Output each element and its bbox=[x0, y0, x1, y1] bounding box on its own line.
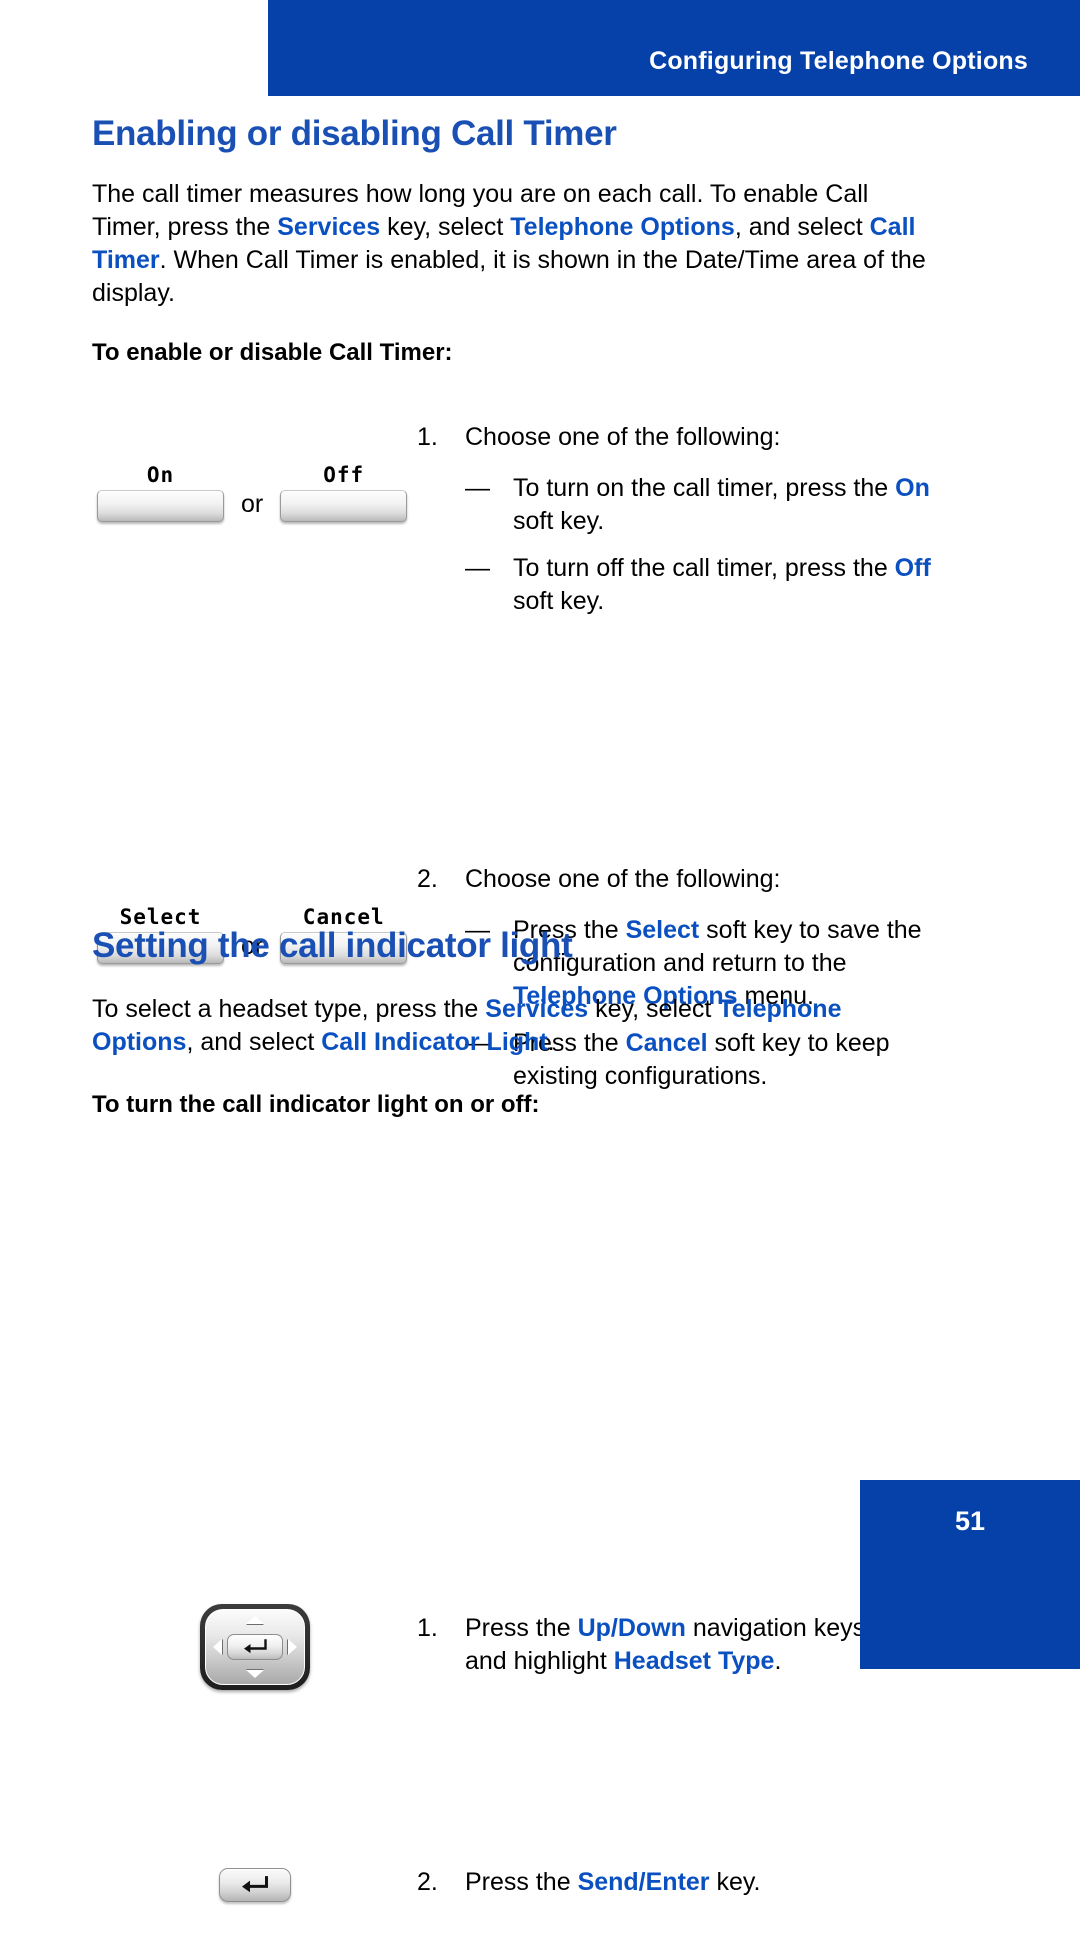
softkey-or-separator-1: or bbox=[241, 490, 264, 518]
intro-text-part-2: key, select bbox=[380, 213, 511, 241]
dash-marker: — bbox=[465, 554, 490, 582]
keyword-services: Services bbox=[277, 213, 381, 241]
step-row-4: 2. Press the Send/Enter key. bbox=[92, 1864, 972, 1954]
softkey-off-label: Off bbox=[323, 463, 365, 487]
nav-down-arrow-icon[interactable] bbox=[246, 1670, 264, 1678]
section-heading-call-indicator-light: Setting the call indicator light bbox=[92, 926, 573, 965]
step-row-1: On or Off 1. Choose one of the following… bbox=[92, 421, 972, 621]
step-1-line: 1. Choose one of the following: bbox=[417, 421, 972, 454]
sub-heading-turn-indicator-on-off: To turn the call indicator light on or o… bbox=[92, 1091, 540, 1118]
step-2-number: 2. bbox=[417, 865, 438, 893]
keyword-send-enter: Send/Enter bbox=[577, 1868, 710, 1896]
keyword-headset-type: Headset Type bbox=[613, 1647, 775, 1675]
section-2-intro-paragraph: To select a headset type, press the Serv… bbox=[92, 993, 932, 1059]
softkey-off[interactable]: Off bbox=[275, 463, 412, 522]
step-text-pre: Press the bbox=[465, 1868, 578, 1896]
send-enter-key[interactable] bbox=[219, 1868, 291, 1902]
intro-text-part-3: , and select bbox=[186, 1028, 322, 1056]
keyword-on: On bbox=[895, 474, 930, 502]
section-heading-call-timer: Enabling or disabling Call Timer bbox=[92, 114, 617, 153]
bullet-text-pre: To turn off the call timer, press the bbox=[513, 554, 895, 582]
step-1-bullet-1: — To turn on the call timer, press the O… bbox=[465, 472, 972, 538]
nav-left-arrow-icon[interactable] bbox=[213, 1639, 222, 1655]
softkey-off-button[interactable] bbox=[280, 490, 408, 522]
enter-arrow-icon bbox=[244, 1639, 267, 1654]
softkey-on-label: On bbox=[146, 463, 175, 487]
sub-heading-enable-disable-call-timer: To enable or disable Call Timer: bbox=[92, 339, 453, 366]
footer-page-block: 51 bbox=[860, 1480, 1080, 1669]
intro-text-part-4: . bbox=[547, 1028, 555, 1056]
bullet-text-pre: To turn on the call timer, press the bbox=[513, 474, 896, 502]
step-2-line: 2. Choose one of the following: bbox=[417, 863, 972, 896]
step-1-bullet-1-text: To turn on the call timer, press the On … bbox=[513, 472, 972, 538]
section-1-intro-paragraph: The call timer measures how long you are… bbox=[92, 178, 932, 310]
keyword-off: Off bbox=[894, 554, 931, 582]
step-row-3: 1. Press the Up/Down navigation keys to … bbox=[92, 1596, 972, 1716]
bullet-text-post: soft key. bbox=[513, 587, 605, 615]
step-4-number: 2. bbox=[417, 1868, 438, 1896]
step-4-text-column: 2. Press the Send/Enter key. bbox=[417, 1866, 972, 1899]
softkey-on-button[interactable] bbox=[97, 490, 224, 522]
step-4-text: Press the Send/Enter key. bbox=[465, 1866, 972, 1899]
enter-arrow-icon bbox=[242, 1876, 268, 1893]
page-body: Enabling or disabling Call Timer The cal… bbox=[0, 96, 1080, 1902]
dash-marker: — bbox=[465, 474, 490, 502]
navigation-key-cluster[interactable] bbox=[200, 1604, 310, 1690]
softkey-on[interactable]: On bbox=[92, 463, 229, 522]
nav-up-arrow-icon[interactable] bbox=[246, 1616, 264, 1624]
intro-text-part-1: To select a headset type, press the bbox=[92, 995, 486, 1023]
step-1-text-column: 1. Choose one of the following: — To tur… bbox=[417, 421, 972, 618]
step-3-number: 1. bbox=[417, 1614, 438, 1642]
intro-text-part-3: , and select bbox=[734, 213, 870, 241]
step-text-pre: Press the bbox=[465, 1614, 578, 1642]
step-text-post: key. bbox=[709, 1868, 761, 1896]
keyword-up-down: Up/Down bbox=[577, 1614, 686, 1642]
intro-text-part-2: key, select bbox=[588, 995, 719, 1023]
nav-right-arrow-icon[interactable] bbox=[288, 1639, 297, 1655]
softkey-pair-on-off: On or Off bbox=[92, 463, 412, 522]
step-2-text: Choose one of the following: bbox=[465, 865, 781, 893]
step-1-number: 1. bbox=[417, 423, 438, 451]
step-1-text: Choose one of the following: bbox=[465, 423, 781, 451]
nav-center-enter-key[interactable] bbox=[227, 1634, 283, 1660]
keyword-services: Services bbox=[485, 995, 589, 1023]
step-4-line: 2. Press the Send/Enter key. bbox=[417, 1866, 972, 1899]
header-banner: Configuring Telephone Options bbox=[268, 0, 1080, 96]
nav-cluster-face bbox=[205, 1609, 305, 1685]
step-1-bullet-2-text: To turn off the call timer, press the Of… bbox=[513, 552, 972, 618]
intro-text-part-4: . When Call Timer is enabled, it is show… bbox=[92, 246, 926, 307]
page-number: 51 bbox=[954, 1506, 986, 1536]
step-1-bullet-2: — To turn off the call timer, press the … bbox=[465, 552, 972, 618]
page-title: Configuring Telephone Options bbox=[649, 47, 1028, 75]
keyword-telephone-options: Telephone Options bbox=[510, 213, 735, 241]
keyword-call-indicator-light: Call Indicator Light bbox=[321, 1028, 548, 1056]
bullet-text-post: soft key. bbox=[513, 507, 605, 535]
step-text-post: . bbox=[774, 1647, 782, 1675]
